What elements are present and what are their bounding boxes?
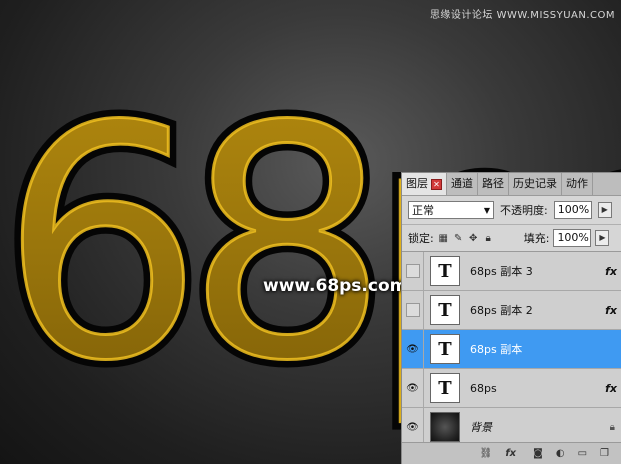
lock-pixels-icon[interactable]: ✎ <box>453 233 464 244</box>
eye-icon: 👁︎ <box>406 421 419 433</box>
lock-transparent-icon[interactable]: ▦ <box>438 233 449 244</box>
lock-position-icon[interactable]: ✥ <box>468 233 479 244</box>
tab-paths[interactable]: 路径 <box>478 173 509 195</box>
visibility-toggle[interactable]: 👁︎ <box>402 330 424 368</box>
hidden-eye-box <box>405 264 420 278</box>
lock-row: 锁定: ▦ ✎ ✥ 🔒︎ 填充: 100% ▶ <box>402 225 621 252</box>
link-icon[interactable]: ⛓ <box>480 448 493 459</box>
layers-list: T 68ps 副本 3 fx T 68ps 副本 2 fx 👁︎ T 68ps … <box>402 252 621 447</box>
tab-label: 图层 <box>406 177 428 190</box>
lock-all-icon[interactable]: 🔒︎ <box>483 233 494 244</box>
eye-icon: 👁︎ <box>406 382 419 394</box>
close-icon[interactable]: ✕ <box>431 178 442 190</box>
tab-label: 路径 <box>482 177 504 190</box>
text-layer-thumbnail: T <box>430 373 460 403</box>
tab-label: 历史记录 <box>513 177 557 190</box>
opacity-label: 不透明度: <box>500 204 548 217</box>
text-layer-thumbnail: T <box>430 295 460 325</box>
layer-name: 68ps <box>470 381 497 395</box>
new-group-icon[interactable]: ▭ <box>578 448 587 459</box>
add-style-fx-icon[interactable]: fx <box>505 448 520 459</box>
text-layer-thumbnail: T <box>430 334 460 364</box>
eye-icon: 👁︎ <box>406 343 419 355</box>
blend-mode-value: 正常 <box>412 204 434 217</box>
layer-name: 68ps 副本 3 <box>470 265 533 278</box>
hidden-eye-box <box>405 303 420 317</box>
add-mask-icon[interactable]: ◙ <box>533 448 543 459</box>
blend-mode-select[interactable]: 正常 ▼ <box>408 201 494 219</box>
tab-label: 通道 <box>451 177 473 190</box>
new-layer-icon[interactable]: ❐ <box>600 448 609 459</box>
visibility-toggle[interactable] <box>402 252 424 290</box>
visibility-toggle[interactable]: 👁︎ <box>402 408 424 446</box>
layer-row-copy-2[interactable]: T 68ps 副本 2 fx <box>402 291 621 330</box>
lock-label: 锁定: <box>408 232 434 245</box>
tab-label: 动作 <box>566 177 588 190</box>
tab-layers[interactable]: 图层 ✕ <box>402 173 447 195</box>
tab-history[interactable]: 历史记录 <box>509 173 562 195</box>
fill-label: 填充: <box>523 232 550 245</box>
text-layer-thumbnail: T <box>430 256 460 286</box>
opacity-field[interactable]: 100% <box>553 201 592 219</box>
watermark-top: 思缘设计论坛 WWW.MISSYUAN.COM <box>429 10 615 21</box>
visibility-toggle[interactable] <box>402 291 424 329</box>
watermark-center: www.68ps.com <box>263 276 408 296</box>
opacity-slider-button[interactable]: ▶ <box>597 202 612 218</box>
fill-slider-button[interactable]: ▶ <box>595 230 610 246</box>
fx-icon[interactable]: fx <box>605 265 621 278</box>
background-thumbnail <box>430 412 460 442</box>
layer-row-copy[interactable]: 👁︎ T 68ps 副本 <box>402 330 621 369</box>
tab-actions[interactable]: 动作 <box>562 173 593 195</box>
fill-field[interactable]: 100% <box>553 229 592 247</box>
layer-name: 68ps 副本 2 <box>470 304 533 317</box>
adjustment-layer-icon[interactable]: ◐ <box>556 448 565 459</box>
chevron-down-icon: ▼ <box>483 205 490 215</box>
layer-name: 背景 <box>470 421 492 434</box>
layer-name: 68ps 副本 <box>470 343 523 356</box>
layer-row-68ps[interactable]: 👁︎ T 68ps fx <box>402 369 621 408</box>
panel-tabs: 图层 ✕ 通道 路径 历史记录 动作 <box>402 173 621 196</box>
blend-row: 正常 ▼ 不透明度: 100% ▶ <box>402 196 621 225</box>
layers-panel: 图层 ✕ 通道 路径 历史记录 动作 正常 ▼ 不透明度: 100% ▶ 锁定:… <box>401 172 621 464</box>
tab-channels[interactable]: 通道 <box>447 173 478 195</box>
visibility-toggle[interactable]: 👁︎ <box>402 369 424 407</box>
fx-icon[interactable]: fx <box>605 304 621 317</box>
lock-icon: 🔒︎ <box>609 421 615 433</box>
panel-bottom-bar: ⛓ fx ◙ ◐ ▭ ❐ <box>402 442 621 464</box>
layer-row-copy-3[interactable]: T 68ps 副本 3 fx <box>402 252 621 291</box>
fx-icon[interactable]: fx <box>605 382 621 395</box>
